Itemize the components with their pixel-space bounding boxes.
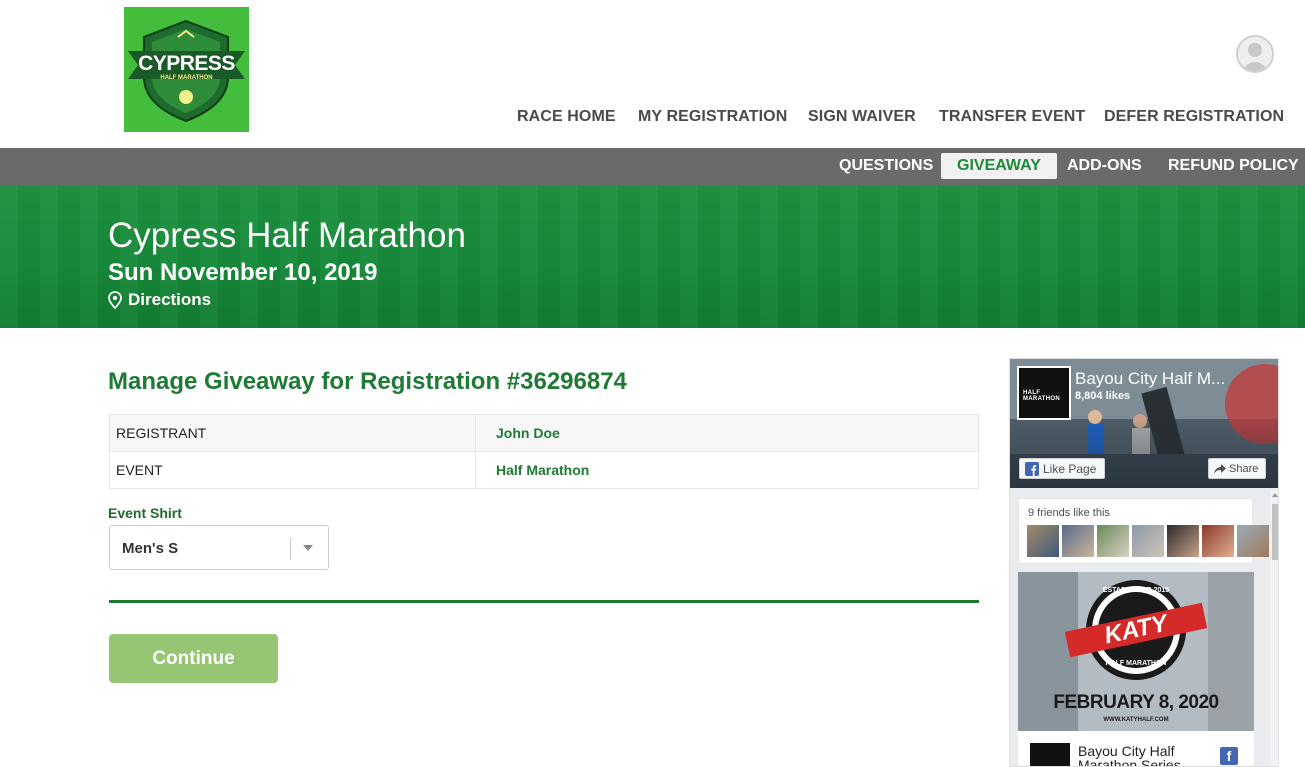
page-title: Manage Giveaway for Registration #362968… [108, 368, 627, 395]
subnav-giveaway[interactable]: GIVEAWAY [941, 153, 1057, 179]
friend-avatar[interactable] [1237, 525, 1269, 557]
friend-avatar[interactable] [1202, 525, 1234, 557]
event-shirt-select[interactable]: Men's S [109, 525, 329, 570]
friends-like-text: 9 friends like this [1028, 507, 1110, 519]
poster-url: WWW.KATYHALF.COM [1103, 717, 1169, 723]
post-author-avatar[interactable] [1030, 743, 1070, 766]
poster-bottom-text: HALF MARATHON [1105, 660, 1167, 667]
poster-date: FEBRUARY 8, 2020 [1053, 692, 1219, 713]
friend-avatar[interactable] [1097, 525, 1129, 557]
facebook-icon [1025, 461, 1039, 476]
facebook-friends-box: 9 friends like this [1018, 498, 1269, 564]
user-icon [1238, 37, 1272, 71]
nav-race-home[interactable]: RACE HOME [517, 108, 616, 126]
friend-avatar[interactable] [1132, 525, 1164, 557]
nav-defer-registration[interactable]: DEFER REGISTRATION [1104, 108, 1284, 126]
logo-title: CYPRESS [138, 52, 235, 75]
post-image[interactable]: ESTABLISHED 2015 KATY HALF MARATHON FEBR… [1018, 572, 1254, 731]
directions-label: Directions [128, 290, 212, 309]
profile-logo-text: HALF MARATHON [1023, 390, 1060, 402]
registrant-value: John Doe [475, 414, 979, 452]
facebook-share-button[interactable]: Share [1208, 458, 1267, 479]
race-title: Cypress Half Marathon [108, 216, 466, 255]
poster-top-text: ESTABLISHED 2015 [1102, 587, 1170, 594]
subnav-refund-policy[interactable]: REFUND POLICY [1168, 157, 1299, 175]
sub-nav: QUESTIONS GIVEAWAY ADD-ONS REFUND POLICY [0, 148, 1305, 186]
race-date: Sun November 10, 2019 [108, 259, 378, 286]
like-page-label: Like Page [1043, 461, 1097, 476]
share-label: Share [1229, 462, 1259, 475]
site-header: CYPRESS HALF MARATHON RACE HOME MY REGIS… [0, 0, 1305, 148]
friends-faces [1027, 525, 1269, 557]
share-arrow-icon [1214, 463, 1226, 474]
post-author-name[interactable]: Bayou City Half Marathon Series [1078, 744, 1198, 766]
chevron-down-icon[interactable] [303, 545, 313, 551]
continue-button[interactable]: Continue [109, 634, 278, 683]
directions-link[interactable]: Directions [108, 290, 211, 310]
nav-my-registration[interactable]: MY REGISTRATION [638, 108, 787, 126]
user-avatar[interactable] [1236, 35, 1274, 73]
registrant-key: REGISTRANT [109, 414, 476, 452]
event-key: EVENT [109, 451, 476, 489]
facebook-scrollbar[interactable] [1270, 490, 1278, 766]
facebook-page-widget: HALF MARATHON Bayou City Half M... 8,804… [1009, 358, 1279, 767]
event-shirt-label: Event Shirt [108, 505, 182, 521]
facebook-like-count: 8,804 likes [1075, 390, 1131, 402]
race-logo[interactable]: CYPRESS HALF MARATHON [124, 7, 249, 132]
subnav-questions[interactable]: QUESTIONS [839, 157, 933, 175]
friend-avatar[interactable] [1167, 525, 1199, 557]
logo-subtitle: HALF MARATHON [160, 75, 213, 81]
registration-info-table: REGISTRANT John Doe EVENT Half Marathon [109, 414, 979, 489]
facebook-like-button[interactable]: Like Page [1019, 458, 1106, 479]
friend-avatar[interactable] [1062, 525, 1094, 557]
facebook-logo-icon[interactable]: f [1220, 747, 1238, 765]
map-pin-icon [108, 291, 122, 309]
friend-avatar[interactable] [1027, 525, 1059, 557]
table-row: EVENT Half Marathon [109, 451, 979, 489]
scroll-thumb[interactable] [1272, 504, 1278, 560]
nav-transfer-event[interactable]: TRANSFER EVENT [939, 108, 1085, 126]
nav-sign-waiver[interactable]: SIGN WAIVER [808, 108, 916, 126]
event-shirt-value: Men's S [122, 540, 179, 557]
race-hero-banner: Cypress Half Marathon Sun November 10, 2… [0, 186, 1305, 328]
table-row: REGISTRANT John Doe [109, 414, 979, 452]
facebook-post: ESTABLISHED 2015 KATY HALF MARATHON FEBR… [1018, 572, 1254, 766]
select-separator [290, 538, 291, 560]
event-value: Half Marathon [475, 451, 979, 489]
scroll-up-icon[interactable] [1272, 493, 1278, 497]
facebook-page-name[interactable]: Bayou City Half M... [1075, 369, 1225, 389]
subnav-add-ons[interactable]: ADD-ONS [1067, 157, 1142, 175]
section-divider [109, 600, 979, 603]
facebook-profile-picture[interactable]: HALF MARATHON [1017, 366, 1071, 420]
facebook-cover-photo[interactable]: HALF MARATHON Bayou City Half M... 8,804… [1010, 359, 1278, 488]
